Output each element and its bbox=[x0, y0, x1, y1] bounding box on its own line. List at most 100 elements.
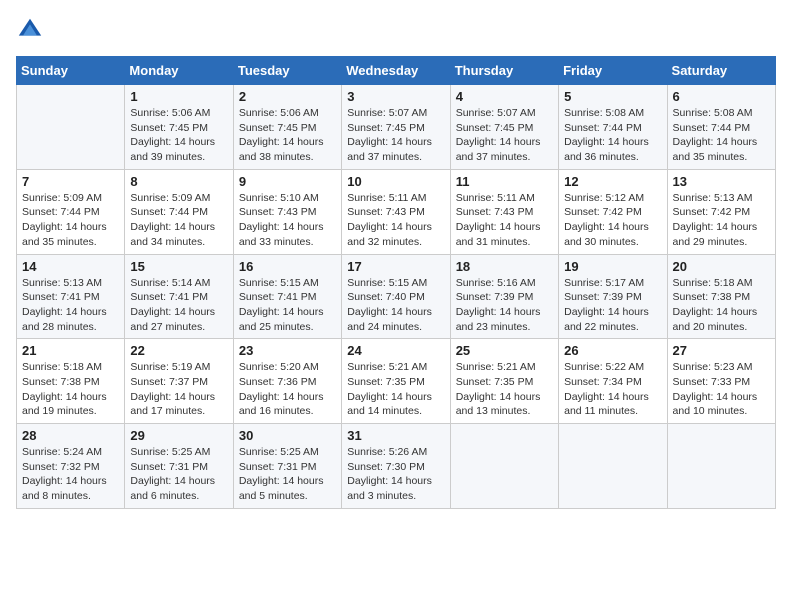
calendar-cell: 11 Sunrise: 5:11 AM Sunset: 7:43 PM Dayli… bbox=[450, 169, 558, 254]
calendar-cell: 30 Sunrise: 5:25 AM Sunset: 7:31 PM Dayli… bbox=[233, 424, 341, 509]
calendar-cell: 2 Sunrise: 5:06 AM Sunset: 7:45 PM Daylig… bbox=[233, 85, 341, 170]
day-number: 11 bbox=[456, 174, 553, 189]
day-info: Sunrise: 5:08 AM Sunset: 7:44 PM Dayligh… bbox=[673, 106, 770, 165]
calendar-cell: 26 Sunrise: 5:22 AM Sunset: 7:34 PM Dayli… bbox=[559, 339, 667, 424]
day-info: Sunrise: 5:24 AM Sunset: 7:32 PM Dayligh… bbox=[22, 445, 119, 504]
day-info: Sunrise: 5:08 AM Sunset: 7:44 PM Dayligh… bbox=[564, 106, 661, 165]
day-info: Sunrise: 5:25 AM Sunset: 7:31 PM Dayligh… bbox=[239, 445, 336, 504]
calendar-cell: 28 Sunrise: 5:24 AM Sunset: 7:32 PM Dayli… bbox=[17, 424, 125, 509]
calendar-week-row: 14 Sunrise: 5:13 AM Sunset: 7:41 PM Dayli… bbox=[17, 254, 776, 339]
weekday-header-sunday: Sunday bbox=[17, 57, 125, 85]
calendar-cell: 6 Sunrise: 5:08 AM Sunset: 7:44 PM Daylig… bbox=[667, 85, 775, 170]
day-number: 12 bbox=[564, 174, 661, 189]
day-number: 6 bbox=[673, 89, 770, 104]
day-info: Sunrise: 5:15 AM Sunset: 7:41 PM Dayligh… bbox=[239, 276, 336, 335]
calendar-week-row: 7Sunrise: 5:09 AM Sunset: 7:44 PM Daylig… bbox=[17, 169, 776, 254]
day-number: 8 bbox=[130, 174, 227, 189]
day-number: 22 bbox=[130, 343, 227, 358]
day-number: 13 bbox=[673, 174, 770, 189]
day-number: 23 bbox=[239, 343, 336, 358]
day-number: 29 bbox=[130, 428, 227, 443]
day-info: Sunrise: 5:11 AM Sunset: 7:43 PM Dayligh… bbox=[456, 191, 553, 250]
day-number: 5 bbox=[564, 89, 661, 104]
day-info: Sunrise: 5:23 AM Sunset: 7:33 PM Dayligh… bbox=[673, 360, 770, 419]
day-info: Sunrise: 5:21 AM Sunset: 7:35 PM Dayligh… bbox=[347, 360, 444, 419]
day-info: Sunrise: 5:15 AM Sunset: 7:40 PM Dayligh… bbox=[347, 276, 444, 335]
day-info: Sunrise: 5:18 AM Sunset: 7:38 PM Dayligh… bbox=[673, 276, 770, 335]
calendar-cell: 18 Sunrise: 5:16 AM Sunset: 7:39 PM Dayli… bbox=[450, 254, 558, 339]
calendar-cell: 29 Sunrise: 5:25 AM Sunset: 7:31 PM Dayli… bbox=[125, 424, 233, 509]
weekday-header-saturday: Saturday bbox=[667, 57, 775, 85]
day-info: Sunrise: 5:09 AM Sunset: 7:44 PM Dayligh… bbox=[130, 191, 227, 250]
day-number: 24 bbox=[347, 343, 444, 358]
calendar-cell: 8 Sunrise: 5:09 AM Sunset: 7:44 PM Daylig… bbox=[125, 169, 233, 254]
calendar-cell bbox=[667, 424, 775, 509]
calendar-week-row: 28 Sunrise: 5:24 AM Sunset: 7:32 PM Dayli… bbox=[17, 424, 776, 509]
calendar-cell: 10 Sunrise: 5:11 AM Sunset: 7:43 PM Dayli… bbox=[342, 169, 450, 254]
day-number: 9 bbox=[239, 174, 336, 189]
day-info: Sunrise: 5:06 AM Sunset: 7:45 PM Dayligh… bbox=[239, 106, 336, 165]
weekday-header-wednesday: Wednesday bbox=[342, 57, 450, 85]
calendar-cell: 12 Sunrise: 5:12 AM Sunset: 7:42 PM Dayli… bbox=[559, 169, 667, 254]
day-number: 1 bbox=[130, 89, 227, 104]
day-number: 17 bbox=[347, 259, 444, 274]
calendar-cell: 24 Sunrise: 5:21 AM Sunset: 7:35 PM Dayli… bbox=[342, 339, 450, 424]
calendar-cell: 21 Sunrise: 5:18 AM Sunset: 7:38 PM Dayli… bbox=[17, 339, 125, 424]
weekday-header-tuesday: Tuesday bbox=[233, 57, 341, 85]
day-number: 10 bbox=[347, 174, 444, 189]
day-info: Sunrise: 5:14 AM Sunset: 7:41 PM Dayligh… bbox=[130, 276, 227, 335]
day-number: 14 bbox=[22, 259, 119, 274]
day-number: 19 bbox=[564, 259, 661, 274]
day-info: Sunrise: 5:26 AM Sunset: 7:30 PM Dayligh… bbox=[347, 445, 444, 504]
day-info: Sunrise: 5:11 AM Sunset: 7:43 PM Dayligh… bbox=[347, 191, 444, 250]
day-number: 4 bbox=[456, 89, 553, 104]
calendar-cell: 4Sunrise: 5:07 AM Sunset: 7:45 PM Daylig… bbox=[450, 85, 558, 170]
day-number: 26 bbox=[564, 343, 661, 358]
day-number: 28 bbox=[22, 428, 119, 443]
day-number: 25 bbox=[456, 343, 553, 358]
day-info: Sunrise: 5:20 AM Sunset: 7:36 PM Dayligh… bbox=[239, 360, 336, 419]
calendar-cell: 25Sunrise: 5:21 AM Sunset: 7:35 PM Dayli… bbox=[450, 339, 558, 424]
calendar-cell: 5 Sunrise: 5:08 AM Sunset: 7:44 PM Daylig… bbox=[559, 85, 667, 170]
weekday-header-thursday: Thursday bbox=[450, 57, 558, 85]
day-info: Sunrise: 5:09 AM Sunset: 7:44 PM Dayligh… bbox=[22, 191, 119, 250]
logo bbox=[16, 16, 48, 44]
calendar-cell: 9Sunrise: 5:10 AM Sunset: 7:43 PM Daylig… bbox=[233, 169, 341, 254]
day-info: Sunrise: 5:18 AM Sunset: 7:38 PM Dayligh… bbox=[22, 360, 119, 419]
day-number: 15 bbox=[130, 259, 227, 274]
calendar-cell: 7Sunrise: 5:09 AM Sunset: 7:44 PM Daylig… bbox=[17, 169, 125, 254]
day-number: 31 bbox=[347, 428, 444, 443]
weekday-header-row: SundayMondayTuesdayWednesdayThursdayFrid… bbox=[17, 57, 776, 85]
calendar-cell bbox=[17, 85, 125, 170]
day-number: 3 bbox=[347, 89, 444, 104]
calendar-week-row: 1 Sunrise: 5:06 AM Sunset: 7:45 PM Daylig… bbox=[17, 85, 776, 170]
day-number: 30 bbox=[239, 428, 336, 443]
calendar-cell: 23 Sunrise: 5:20 AM Sunset: 7:36 PM Dayli… bbox=[233, 339, 341, 424]
day-info: Sunrise: 5:12 AM Sunset: 7:42 PM Dayligh… bbox=[564, 191, 661, 250]
day-info: Sunrise: 5:17 AM Sunset: 7:39 PM Dayligh… bbox=[564, 276, 661, 335]
day-info: Sunrise: 5:13 AM Sunset: 7:41 PM Dayligh… bbox=[22, 276, 119, 335]
day-info: Sunrise: 5:16 AM Sunset: 7:39 PM Dayligh… bbox=[456, 276, 553, 335]
calendar-cell: 19 Sunrise: 5:17 AM Sunset: 7:39 PM Dayli… bbox=[559, 254, 667, 339]
day-number: 16 bbox=[239, 259, 336, 274]
day-info: Sunrise: 5:22 AM Sunset: 7:34 PM Dayligh… bbox=[564, 360, 661, 419]
day-number: 21 bbox=[22, 343, 119, 358]
calendar-cell: 13Sunrise: 5:13 AM Sunset: 7:42 PM Dayli… bbox=[667, 169, 775, 254]
calendar-cell: 20Sunrise: 5:18 AM Sunset: 7:38 PM Dayli… bbox=[667, 254, 775, 339]
calendar-cell: 3 Sunrise: 5:07 AM Sunset: 7:45 PM Daylig… bbox=[342, 85, 450, 170]
calendar-cell bbox=[450, 424, 558, 509]
calendar-cell bbox=[559, 424, 667, 509]
day-info: Sunrise: 5:06 AM Sunset: 7:45 PM Dayligh… bbox=[130, 106, 227, 165]
page-header bbox=[16, 16, 776, 44]
day-number: 27 bbox=[673, 343, 770, 358]
calendar-cell: 31 Sunrise: 5:26 AM Sunset: 7:30 PM Dayli… bbox=[342, 424, 450, 509]
calendar-cell: 1 Sunrise: 5:06 AM Sunset: 7:45 PM Daylig… bbox=[125, 85, 233, 170]
calendar-cell: 15 Sunrise: 5:14 AM Sunset: 7:41 PM Dayli… bbox=[125, 254, 233, 339]
calendar-week-row: 21 Sunrise: 5:18 AM Sunset: 7:38 PM Dayli… bbox=[17, 339, 776, 424]
day-info: Sunrise: 5:07 AM Sunset: 7:45 PM Dayligh… bbox=[347, 106, 444, 165]
calendar-cell: 16 Sunrise: 5:15 AM Sunset: 7:41 PM Dayli… bbox=[233, 254, 341, 339]
day-number: 2 bbox=[239, 89, 336, 104]
weekday-header-monday: Monday bbox=[125, 57, 233, 85]
day-number: 18 bbox=[456, 259, 553, 274]
day-info: Sunrise: 5:25 AM Sunset: 7:31 PM Dayligh… bbox=[130, 445, 227, 504]
